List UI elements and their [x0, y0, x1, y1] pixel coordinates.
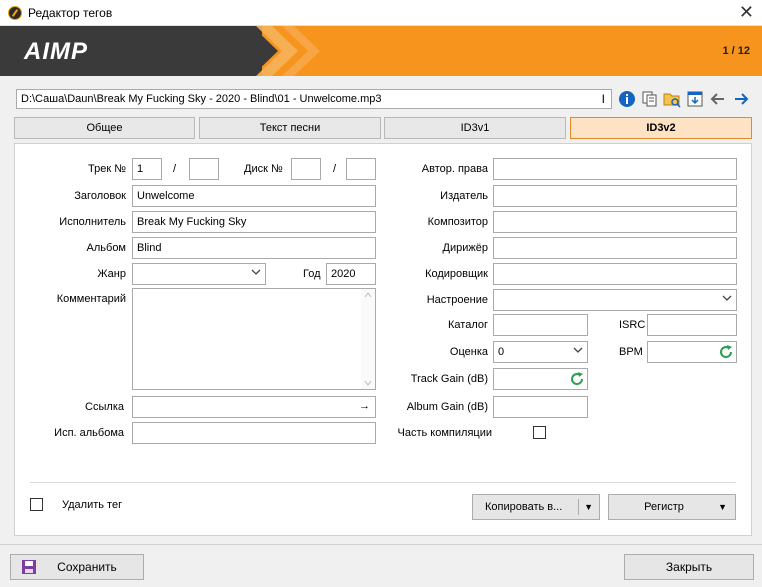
catalog-field[interactable]: [493, 314, 588, 336]
save-download-icon[interactable]: [685, 89, 705, 109]
genre-dropdown[interactable]: [132, 263, 266, 285]
rating-dropdown[interactable]: 0: [493, 341, 588, 363]
rating-label: Оценка: [449, 346, 488, 358]
track-slash: /: [173, 163, 177, 175]
compilation-label: Часть компиляции: [397, 427, 492, 439]
file-path-field[interactable]: D:\Саша\Daun\Break My Fucking Sky - 2020…: [16, 89, 612, 109]
encoder-label: Кодировщик: [425, 268, 488, 280]
catalog-label: Каталог: [448, 319, 488, 331]
track-total-field[interactable]: [189, 158, 219, 180]
publisher-label: Издатель: [440, 190, 488, 202]
open-link-arrow-icon[interactable]: →: [359, 400, 370, 412]
bpm-label: BPM: [619, 346, 643, 358]
bpm-field[interactable]: [647, 341, 737, 363]
mood-dropdown[interactable]: [493, 289, 737, 311]
aimp-logo: AIMP: [24, 38, 88, 65]
album-gain-field[interactable]: [493, 396, 588, 418]
composer-field[interactable]: [493, 211, 737, 233]
encoder-field[interactable]: [493, 263, 737, 285]
scroll-up-icon[interactable]: [364, 292, 372, 298]
composer-label: Композитор: [427, 216, 488, 228]
conductor-label: Дирижёр: [442, 242, 488, 254]
save-label: Сохранить: [57, 560, 117, 574]
album-gain-label: Album Gain (dB): [406, 401, 488, 413]
copy-to-button[interactable]: Копировать в... ▼: [472, 494, 600, 520]
info-icon[interactable]: [617, 89, 637, 109]
comment-scrollbar[interactable]: [361, 289, 375, 389]
chevron-down-icon: [573, 347, 583, 353]
find-file-icon[interactable]: [662, 89, 682, 109]
header-banner: AIMP 1 / 12: [0, 26, 762, 76]
album-field[interactable]: Blind: [132, 237, 376, 259]
track-number-field[interactable]: 1: [132, 158, 162, 180]
chevrons-decoration-icon: [230, 26, 320, 76]
tab-lyrics[interactable]: Текст песни: [199, 117, 381, 139]
artist-label: Исполнитель: [59, 216, 126, 228]
artist-field[interactable]: Break My Fucking Sky: [132, 211, 376, 233]
title-field[interactable]: Unwelcome: [132, 185, 376, 207]
comment-textarea[interactable]: [132, 288, 376, 390]
window-title: Редактор тегов: [28, 6, 113, 20]
file-path-text: D:\Саша\Daun\Break My Fucking Sky - 2020…: [21, 93, 382, 105]
mood-label: Настроение: [426, 294, 488, 306]
rating-value: 0: [498, 346, 505, 358]
disc-slash: /: [333, 163, 337, 175]
compilation-checkbox[interactable]: [533, 426, 546, 439]
disc-number-field[interactable]: [291, 158, 321, 180]
case-dropdown-icon: ▼: [718, 502, 727, 512]
genre-label: Жанр: [97, 268, 126, 280]
case-label: Регистр: [644, 501, 684, 513]
copy-icon[interactable]: [640, 89, 660, 109]
album-artist-label: Исп. альбома: [54, 427, 124, 439]
refresh-icon[interactable]: [718, 344, 734, 360]
copyright-label: Автор. права: [421, 163, 488, 175]
track-label: Трек №: [87, 163, 126, 175]
year-field[interactable]: 2020: [326, 263, 376, 285]
link-field[interactable]: →: [132, 396, 376, 418]
disc-label: Диск №: [244, 163, 283, 175]
split-divider: [578, 499, 579, 515]
year-label: Год: [303, 268, 321, 280]
refresh-icon[interactable]: [569, 371, 585, 387]
save-button[interactable]: Сохранить: [10, 554, 144, 580]
chevron-down-icon: [722, 295, 732, 301]
arrow-left-icon[interactable]: [708, 89, 728, 109]
scroll-down-icon[interactable]: [364, 380, 372, 386]
floppy-disk-icon: [22, 560, 36, 574]
disc-total-field[interactable]: [346, 158, 376, 180]
isrc-field[interactable]: [647, 314, 737, 336]
chevron-down-icon: [251, 269, 261, 275]
delete-tag-checkbox[interactable]: [30, 498, 43, 511]
tab-general[interactable]: Общее: [14, 117, 195, 139]
copy-to-label: Копировать в...: [485, 501, 563, 513]
album-artist-field[interactable]: [132, 422, 376, 444]
track-gain-field[interactable]: [493, 368, 588, 390]
case-button[interactable]: Регистр ▼: [608, 494, 736, 520]
copy-to-dropdown-icon[interactable]: ▼: [584, 495, 593, 519]
conductor-field[interactable]: [493, 237, 737, 259]
publisher-field[interactable]: [493, 185, 737, 207]
text-cursor-icon: I: [601, 92, 605, 106]
title-bar: Редактор тегов ✕: [0, 0, 762, 26]
tab-id3v1[interactable]: ID3v1: [384, 117, 566, 139]
panel-divider: [30, 482, 736, 483]
close-window-button[interactable]: ✕: [739, 2, 754, 22]
delete-tag-label: Удалить тег: [62, 499, 123, 511]
link-label: Ссылка: [85, 401, 124, 413]
close-button[interactable]: Закрыть: [624, 554, 754, 580]
copyright-field[interactable]: [493, 158, 737, 180]
aimp-app-icon: [8, 6, 22, 20]
file-counter: 1 / 12: [722, 45, 750, 57]
tab-id3v2[interactable]: ID3v2: [570, 117, 752, 139]
isrc-label: ISRC: [619, 319, 646, 331]
arrow-right-icon[interactable]: [731, 89, 751, 109]
track-gain-label: Track Gain (dB): [410, 373, 488, 385]
album-label: Альбом: [86, 242, 126, 254]
comment-label: Комментарий: [56, 293, 126, 305]
title-label: Заголовок: [74, 190, 126, 202]
